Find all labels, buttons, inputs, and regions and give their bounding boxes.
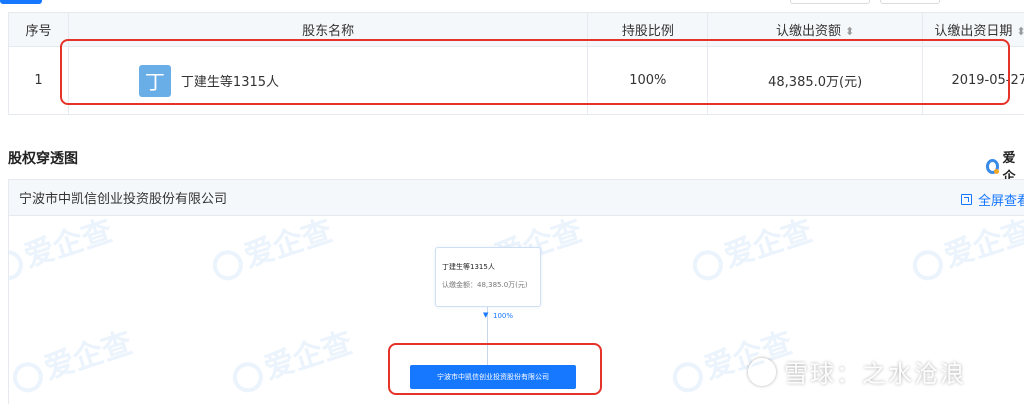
- watermark: 爱企查: [9, 216, 117, 286]
- section-title: 股权穿透图: [8, 151, 78, 167]
- sort-icon[interactable]: ⬍: [1016, 25, 1024, 38]
- arrow-down-icon: ▼: [483, 311, 489, 319]
- watermark: 爱企查: [205, 216, 337, 286]
- watermark: 爱企查: [225, 318, 357, 398]
- fullscreen-icon: [961, 194, 972, 205]
- xueqiu-watermark-text: 雪球：之水沧浪: [784, 360, 966, 388]
- sort-icon[interactable]: ⬍: [845, 25, 854, 38]
- xueqiu-logo-icon: [748, 357, 776, 386]
- shareholder-node-name: 丁建生等1315人: [442, 263, 495, 271]
- shareholder-node-amount: 认缴金额：48,385.0万(元): [442, 281, 528, 289]
- xueqiu-watermark: 雪球：之水沧浪: [748, 354, 966, 389]
- highlight-box-row: [60, 39, 1010, 105]
- watermark: 爱企查: [685, 216, 817, 286]
- filter-button-fragment-2[interactable]: [880, 0, 940, 4]
- active-tab-fragment[interactable]: [0, 0, 42, 4]
- fullscreen-button[interactable]: 全屏查看: [961, 190, 1024, 209]
- header-amount-label: 认缴出资额: [776, 24, 842, 39]
- watermark: 爱企查: [9, 318, 137, 398]
- header-index: 序号: [8, 12, 69, 47]
- highlight-box-company: [388, 343, 602, 395]
- brand-logo-icon: [986, 158, 1000, 174]
- filter-button-fragment[interactable]: [790, 0, 870, 4]
- watermark: 爱企查: [905, 216, 1024, 286]
- edge-percent: 100%: [493, 312, 514, 320]
- header-date-label: 认缴出资日期: [934, 24, 1013, 39]
- panel-header: 宁波市中凯信创业投资股份有限公司 全屏查看: [9, 180, 1024, 216]
- panel-company-name: 宁波市中凯信创业投资股份有限公司: [19, 192, 228, 207]
- fullscreen-label: 全屏查看: [978, 194, 1024, 209]
- shareholder-node[interactable]: 丁建生等1315人 认缴金额：48,385.0万(元): [435, 247, 541, 307]
